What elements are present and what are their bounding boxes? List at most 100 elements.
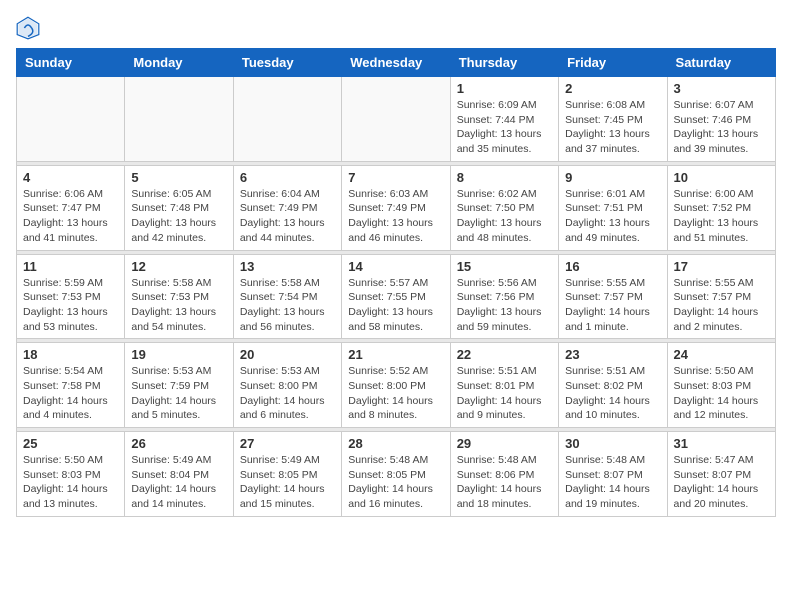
day-info: Sunrise: 5:53 AM Sunset: 8:00 PM Dayligh…: [240, 364, 335, 423]
day-number: 28: [348, 436, 443, 451]
day-number: 13: [240, 259, 335, 274]
day-number: 31: [674, 436, 769, 451]
day-info: Sunrise: 5:48 AM Sunset: 8:07 PM Dayligh…: [565, 453, 660, 512]
calendar-week-3: 11Sunrise: 5:59 AM Sunset: 7:53 PM Dayli…: [17, 254, 776, 339]
calendar-week-5: 25 Sunrise: 5:50 AM Sunset: 8:03 PM Dayli…: [17, 432, 776, 517]
calendar-cell: 8 Sunrise: 6:02 AM Sunset: 7:50 PM Daylig…: [450, 165, 558, 250]
day-info: Sunrise: 6:02 AM Sunset: 7:50 PM Dayligh…: [457, 187, 552, 246]
calendar-cell: [342, 77, 450, 162]
calendar-week-4: 18 Sunrise: 5:54 AM Sunset: 7:58 PM Dayli…: [17, 343, 776, 428]
calendar-cell: [125, 77, 233, 162]
calendar-cell: 4Sunrise: 6:06 AM Sunset: 7:47 PM Daylig…: [17, 165, 125, 250]
calendar-cell: 10 Sunrise: 6:00 AM Sunset: 7:52 PM Dayli…: [667, 165, 775, 250]
calendar-cell: 20Sunrise: 5:53 AM Sunset: 8:00 PM Dayli…: [233, 343, 341, 428]
day-info: Sunrise: 5:49 AM Sunset: 8:04 PM Dayligh…: [131, 453, 226, 512]
day-number: 3: [674, 81, 769, 96]
day-info: Sunrise: 5:55 AM Sunset: 7:57 PM Dayligh…: [565, 276, 660, 335]
day-info: Sunrise: 5:48 AM Sunset: 8:06 PM Dayligh…: [457, 453, 552, 512]
calendar-cell: 23 Sunrise: 5:51 AM Sunset: 8:02 PM Dayli…: [559, 343, 667, 428]
day-number: 7: [348, 170, 443, 185]
day-info: Sunrise: 5:47 AM Sunset: 8:07 PM Dayligh…: [674, 453, 769, 512]
day-number: 23: [565, 347, 660, 362]
calendar-cell: [233, 77, 341, 162]
day-info: Sunrise: 5:50 AM Sunset: 8:03 PM Dayligh…: [674, 364, 769, 423]
day-number: 5: [131, 170, 226, 185]
day-info: Sunrise: 6:00 AM Sunset: 7:52 PM Dayligh…: [674, 187, 769, 246]
day-info: Sunrise: 5:49 AM Sunset: 8:05 PM Dayligh…: [240, 453, 335, 512]
day-number: 2: [565, 81, 660, 96]
calendar-week-1: 1 Sunrise: 6:09 AM Sunset: 7:44 PM Daylig…: [17, 77, 776, 162]
day-number: 27: [240, 436, 335, 451]
day-number: 10: [674, 170, 769, 185]
day-number: 19: [131, 347, 226, 362]
calendar-cell: 3 Sunrise: 6:07 AM Sunset: 7:46 PM Daylig…: [667, 77, 775, 162]
col-header-saturday: Saturday: [667, 49, 775, 77]
col-header-wednesday: Wednesday: [342, 49, 450, 77]
logo: [16, 16, 44, 40]
day-info: Sunrise: 5:59 AM Sunset: 7:53 PM Dayligh…: [23, 276, 118, 335]
day-info: Sunrise: 5:52 AM Sunset: 8:00 PM Dayligh…: [348, 364, 443, 423]
calendar-cell: 5 Sunrise: 6:05 AM Sunset: 7:48 PM Daylig…: [125, 165, 233, 250]
day-info: Sunrise: 5:51 AM Sunset: 8:01 PM Dayligh…: [457, 364, 552, 423]
day-number: 29: [457, 436, 552, 451]
day-info: Sunrise: 5:48 AM Sunset: 8:05 PM Dayligh…: [348, 453, 443, 512]
day-number: 25: [23, 436, 118, 451]
day-number: 17: [674, 259, 769, 274]
calendar-cell: 21 Sunrise: 5:52 AM Sunset: 8:00 PM Dayli…: [342, 343, 450, 428]
day-number: 21: [348, 347, 443, 362]
day-number: 8: [457, 170, 552, 185]
day-info: Sunrise: 6:05 AM Sunset: 7:48 PM Dayligh…: [131, 187, 226, 246]
calendar-cell: 28 Sunrise: 5:48 AM Sunset: 8:05 PM Dayli…: [342, 432, 450, 517]
day-info: Sunrise: 5:58 AM Sunset: 7:53 PM Dayligh…: [131, 276, 226, 335]
day-info: Sunrise: 5:57 AM Sunset: 7:55 PM Dayligh…: [348, 276, 443, 335]
day-info: Sunrise: 6:01 AM Sunset: 7:51 PM Dayligh…: [565, 187, 660, 246]
calendar-cell: 13 Sunrise: 5:58 AM Sunset: 7:54 PM Dayli…: [233, 254, 341, 339]
calendar-cell: 9 Sunrise: 6:01 AM Sunset: 7:51 PM Daylig…: [559, 165, 667, 250]
day-info: Sunrise: 6:08 AM Sunset: 7:45 PM Dayligh…: [565, 98, 660, 157]
day-info: Sunrise: 5:50 AM Sunset: 8:03 PM Dayligh…: [23, 453, 118, 512]
day-number: 6: [240, 170, 335, 185]
day-number: 14: [348, 259, 443, 274]
calendar-week-2: 4Sunrise: 6:06 AM Sunset: 7:47 PM Daylig…: [17, 165, 776, 250]
day-info: Sunrise: 6:09 AM Sunset: 7:44 PM Dayligh…: [457, 98, 552, 157]
day-info: Sunrise: 5:58 AM Sunset: 7:54 PM Dayligh…: [240, 276, 335, 335]
calendar-cell: 30 Sunrise: 5:48 AM Sunset: 8:07 PM Dayli…: [559, 432, 667, 517]
day-number: 12: [131, 259, 226, 274]
day-info: Sunrise: 6:03 AM Sunset: 7:49 PM Dayligh…: [348, 187, 443, 246]
day-info: Sunrise: 6:07 AM Sunset: 7:46 PM Dayligh…: [674, 98, 769, 157]
day-number: 15: [457, 259, 552, 274]
calendar-cell: [17, 77, 125, 162]
calendar-cell: 22 Sunrise: 5:51 AM Sunset: 8:01 PM Dayli…: [450, 343, 558, 428]
day-number: 18: [23, 347, 118, 362]
calendar-cell: 12 Sunrise: 5:58 AM Sunset: 7:53 PM Dayli…: [125, 254, 233, 339]
col-header-friday: Friday: [559, 49, 667, 77]
day-info: Sunrise: 5:55 AM Sunset: 7:57 PM Dayligh…: [674, 276, 769, 335]
logo-icon: [16, 16, 40, 40]
day-info: Sunrise: 5:56 AM Sunset: 7:56 PM Dayligh…: [457, 276, 552, 335]
day-number: 4: [23, 170, 118, 185]
calendar-cell: 1 Sunrise: 6:09 AM Sunset: 7:44 PM Daylig…: [450, 77, 558, 162]
calendar-table: SundayMondayTuesdayWednesdayThursdayFrid…: [16, 48, 776, 517]
calendar-cell: 6Sunrise: 6:04 AM Sunset: 7:49 PM Daylig…: [233, 165, 341, 250]
calendar-cell: 29 Sunrise: 5:48 AM Sunset: 8:06 PM Dayli…: [450, 432, 558, 517]
calendar-cell: 19 Sunrise: 5:53 AM Sunset: 7:59 PM Dayli…: [125, 343, 233, 428]
day-number: 16: [565, 259, 660, 274]
calendar-cell: 14 Sunrise: 5:57 AM Sunset: 7:55 PM Dayli…: [342, 254, 450, 339]
day-info: Sunrise: 5:53 AM Sunset: 7:59 PM Dayligh…: [131, 364, 226, 423]
day-number: 26: [131, 436, 226, 451]
calendar-cell: 26 Sunrise: 5:49 AM Sunset: 8:04 PM Dayli…: [125, 432, 233, 517]
calendar-cell: 25 Sunrise: 5:50 AM Sunset: 8:03 PM Dayli…: [17, 432, 125, 517]
calendar-cell: 7 Sunrise: 6:03 AM Sunset: 7:49 PM Daylig…: [342, 165, 450, 250]
day-number: 22: [457, 347, 552, 362]
calendar-header-row: SundayMondayTuesdayWednesdayThursdayFrid…: [17, 49, 776, 77]
day-number: 9: [565, 170, 660, 185]
calendar-cell: 18 Sunrise: 5:54 AM Sunset: 7:58 PM Dayli…: [17, 343, 125, 428]
day-number: 1: [457, 81, 552, 96]
day-info: Sunrise: 5:54 AM Sunset: 7:58 PM Dayligh…: [23, 364, 118, 423]
day-number: 30: [565, 436, 660, 451]
calendar-cell: 11Sunrise: 5:59 AM Sunset: 7:53 PM Dayli…: [17, 254, 125, 339]
day-info: Sunrise: 5:51 AM Sunset: 8:02 PM Dayligh…: [565, 364, 660, 423]
col-header-sunday: Sunday: [17, 49, 125, 77]
calendar-cell: 31 Sunrise: 5:47 AM Sunset: 8:07 PM Dayli…: [667, 432, 775, 517]
page-header: [16, 16, 776, 40]
